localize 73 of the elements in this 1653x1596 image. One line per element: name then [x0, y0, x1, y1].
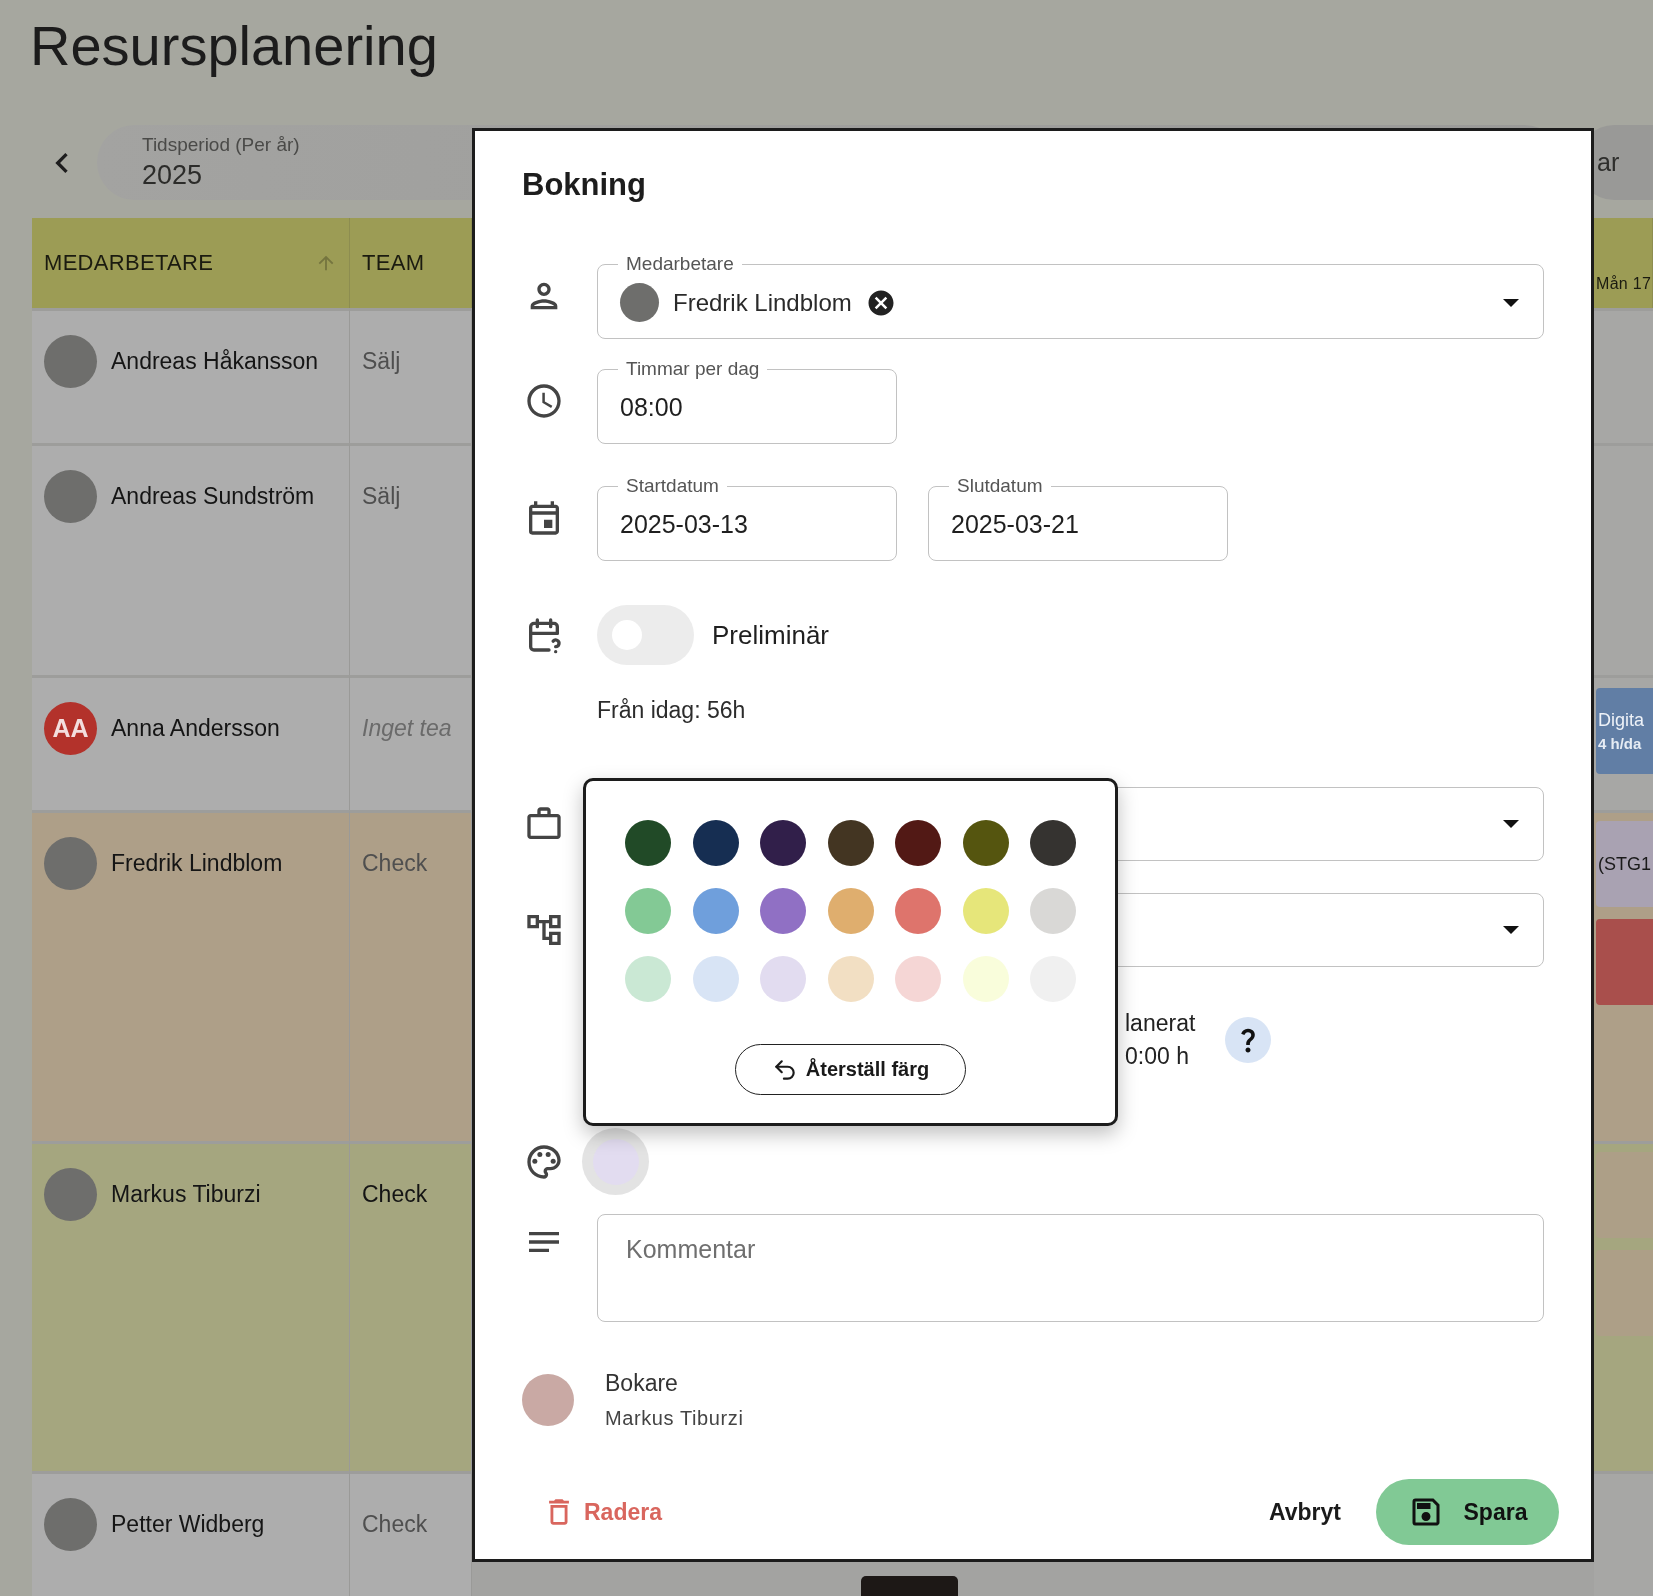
team-name: Sälj	[362, 483, 401, 510]
period-label: Tidsperiod (Per år)	[142, 134, 300, 156]
color-swatch[interactable]	[692, 888, 739, 934]
avatar-photo-placeholder	[44, 1168, 97, 1221]
column-title: MEDARBETARE	[44, 250, 214, 276]
help-button[interactable]	[1225, 1017, 1272, 1063]
employee-name: Petter Widberg	[111, 1511, 265, 1538]
dialog-title: Bokning	[522, 167, 647, 203]
booking-title: (STG1	[1598, 853, 1651, 875]
avatar-initials: AA	[44, 702, 97, 755]
avatar-photo-placeholder	[44, 335, 97, 388]
color-swatch[interactable]	[760, 956, 806, 1002]
color-swatch[interactable]	[692, 820, 739, 866]
employee-name: Andreas Sundström	[111, 483, 315, 510]
team-name: Check	[362, 1511, 428, 1538]
caret-icon	[1503, 820, 1519, 828]
field-label: Slutdatum	[956, 475, 1044, 497]
color-swatch[interactable]	[1030, 888, 1076, 934]
color-swatch[interactable]	[692, 956, 739, 1002]
color-swatch[interactable]	[962, 888, 1009, 934]
color-swatch[interactable]	[895, 956, 941, 1002]
comment-field[interactable]: Kommentar	[597, 1214, 1544, 1322]
switch-label: Preliminär	[712, 619, 830, 651]
avatar-photo-placeholder	[44, 1498, 97, 1551]
caret-icon	[1503, 926, 1519, 934]
booking-bar[interactable]	[1596, 919, 1653, 1005]
color-swatch[interactable]	[760, 888, 806, 934]
column-header[interactable]: MEDARBETARE	[32, 218, 350, 308]
employee-name: Andreas Håkansson	[111, 348, 319, 375]
planned-value: 0:00 h	[1125, 1043, 1190, 1070]
color-swatch[interactable]	[827, 888, 874, 934]
color-swatch[interactable]	[962, 820, 1009, 866]
employee-name: Markus Tiburzi	[111, 1181, 261, 1208]
booking-bar[interactable]: Digita 4 h/da	[1596, 688, 1653, 774]
avatar-photo-placeholder	[44, 837, 97, 890]
column-title: TEAM	[362, 250, 425, 276]
color-swatch[interactable]	[827, 820, 874, 866]
save-button[interactable]: Spara	[1376, 1479, 1559, 1545]
column-header[interactable]: TEAM	[350, 218, 472, 308]
booking-title: Digita	[1598, 710, 1645, 731]
page-title: Resursplanering	[29, 13, 439, 78]
team-name: Check	[362, 850, 428, 877]
team-name: Check	[362, 1181, 428, 1208]
color-swatch[interactable]	[760, 820, 806, 866]
day-header: Mån 17	[1596, 275, 1652, 293]
color-swatch[interactable]	[962, 956, 1009, 1002]
employee-name: Anna Andersson	[111, 715, 280, 742]
avatar-photo-placeholder	[620, 283, 659, 322]
team-name: Inget tea	[362, 715, 452, 742]
booker-label: Bokare	[605, 1370, 679, 1397]
avatar-photo-placeholder	[522, 1374, 574, 1426]
caret-icon	[1503, 298, 1519, 307]
color-swatch[interactable]	[1030, 820, 1076, 866]
team-name: Sälj	[362, 348, 401, 375]
reset-color-button[interactable]: Återställ färg	[735, 1044, 966, 1095]
color-swatch[interactable]	[625, 956, 671, 1002]
color-swatch[interactable]	[625, 888, 671, 934]
period-value: 2025	[142, 160, 203, 191]
color-swatch[interactable]	[895, 820, 941, 866]
field-label: Medarbetare	[625, 253, 735, 275]
booking-bar[interactable]: (STG1	[1596, 821, 1653, 907]
color-swatch[interactable]	[827, 956, 874, 1002]
employee-name: Fredrik Lindblom	[111, 850, 283, 877]
field-label: Startdatum	[625, 475, 720, 497]
planned-label: lanerat	[1125, 1010, 1196, 1037]
color-swatch[interactable]	[895, 888, 941, 934]
avatar-photo-placeholder	[44, 470, 97, 523]
remaining-hours: Från idag: 56h	[597, 697, 746, 724]
field-label: Timmar per dag	[625, 358, 761, 380]
cancel-button[interactable]: Avbryt	[1263, 1488, 1347, 1536]
booker-name: Markus Tiburzi	[605, 1407, 744, 1430]
color-swatch[interactable]	[625, 820, 671, 866]
booking-hours: 4 h/da	[1598, 735, 1642, 752]
